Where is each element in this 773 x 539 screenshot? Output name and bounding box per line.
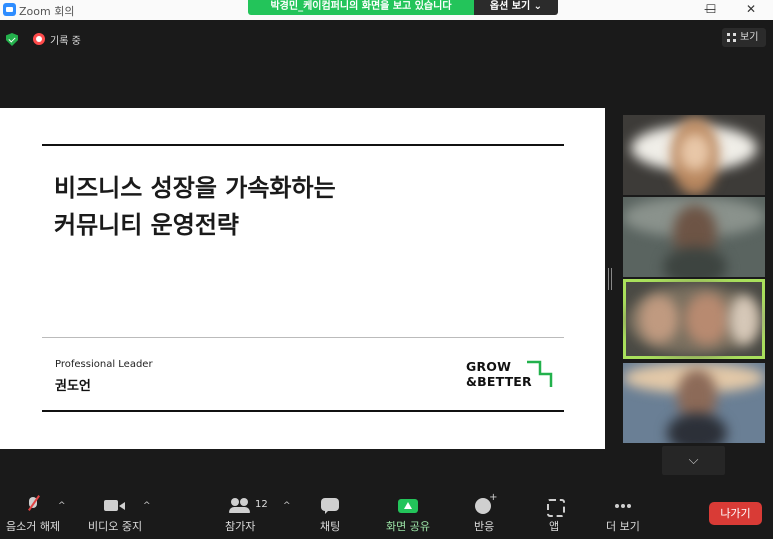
stop-video-button[interactable]: 비디오 중지 [88, 495, 142, 534]
video-camera-icon [104, 495, 126, 517]
more-label: 더 보기 [606, 520, 640, 533]
slide-divider-bottom [42, 410, 564, 412]
view-button[interactable]: 보기 [722, 28, 766, 47]
title-bar: Zoom 회의 박경민_케이컴퍼니의 화면을 보고 있습니다 옵션 보기 ⌄ —… [0, 0, 773, 20]
presenter-title: Professional Leader [55, 359, 153, 370]
chat-button[interactable]: 채팅 [320, 495, 340, 534]
apps-icon [546, 495, 565, 517]
unmute-button[interactable]: 음소거 해제 [6, 495, 60, 534]
participant-video-tile[interactable] [623, 197, 765, 277]
share-screen-icon [397, 495, 418, 517]
reactions-button[interactable]: 반응 [474, 492, 498, 534]
shoulders-blur [667, 413, 727, 443]
smiley-plus-icon [475, 492, 498, 517]
scroll-down-button[interactable]: ⌵ [662, 446, 725, 475]
chat-bubble-icon [321, 495, 340, 517]
close-button[interactable]: ✕ [733, 0, 769, 20]
apps-label: 앱 [548, 520, 560, 533]
presenter-name: 권도언 [55, 379, 91, 394]
reactions-label: 반응 [474, 520, 495, 533]
maximize-icon: ☐ [705, 2, 717, 16]
grow-and-better-logo-text: GROW &BETTER [466, 359, 532, 389]
shared-screen-slide: 비즈니스 성장을 가속화하는 커뮤니티 운영전략 Professional Le… [0, 108, 605, 449]
face-highlight-blur [679, 133, 711, 171]
recording-label: 기록 중 [50, 36, 81, 47]
split-view-drag-handle[interactable] [608, 268, 612, 290]
security-shield-icon[interactable] [6, 33, 18, 46]
participant-video-tile-active-speaker[interactable] [623, 279, 765, 359]
slide-headline-line-2: 커뮤니티 운영전략 [54, 211, 239, 239]
face-blur [639, 295, 679, 343]
share-screen-label: 화면 공유 [386, 520, 430, 533]
audio-options-caret-icon[interactable]: ^ [58, 501, 66, 511]
face-blur [685, 293, 729, 345]
leave-meeting-button[interactable]: 나가기 [709, 502, 762, 525]
participant-video-tile[interactable] [623, 115, 765, 195]
screen-share-banner: 박경민_케이컴퍼니의 화면을 보고 있습니다 [248, 0, 474, 15]
logo-line-1: GROW [466, 359, 512, 374]
more-dots-icon [613, 495, 633, 517]
background-blur [729, 295, 759, 345]
grow-and-better-logo-mark [527, 360, 553, 387]
participants-icon [229, 495, 251, 517]
more-button[interactable]: 더 보기 [606, 495, 640, 534]
slide-headline-line-1: 비즈니스 성장을 가속화하는 [54, 174, 336, 202]
slide-divider-top [42, 144, 564, 146]
window-title: Zoom 회의 [19, 5, 75, 18]
grid-view-icon [727, 33, 736, 42]
participants-count: 12 [255, 499, 268, 510]
view-button-label: 보기 [740, 32, 759, 43]
chevron-down-icon: ⌵ [688, 453, 699, 468]
video-options-caret-icon[interactable]: ^ [143, 501, 151, 511]
participant-video-tile[interactable] [623, 363, 765, 443]
zoom-app-icon [3, 3, 16, 16]
stop-video-label: 비디오 중지 [88, 520, 143, 533]
participants-options-caret-icon[interactable]: ^ [283, 501, 291, 511]
participants-label: 참가자 [225, 520, 256, 533]
unmute-label: 음소거 해제 [6, 520, 61, 533]
share-screen-button[interactable]: 화면 공유 [386, 495, 430, 534]
shoulders-blur [663, 247, 727, 277]
view-options-button[interactable]: 옵션 보기 ⌄ [474, 0, 558, 15]
slide-divider-middle [42, 337, 564, 338]
apps-button[interactable]: 앱 [546, 495, 565, 534]
slide-headline: 비즈니스 성장을 가속화하는 커뮤니티 운영전략 [54, 170, 336, 244]
chat-label: 채팅 [320, 520, 341, 533]
participants-button[interactable]: 참가자 [225, 495, 255, 534]
microphone-muted-icon [26, 495, 40, 517]
recording-icon[interactable] [33, 33, 45, 45]
logo-line-2: &BETTER [466, 374, 532, 389]
